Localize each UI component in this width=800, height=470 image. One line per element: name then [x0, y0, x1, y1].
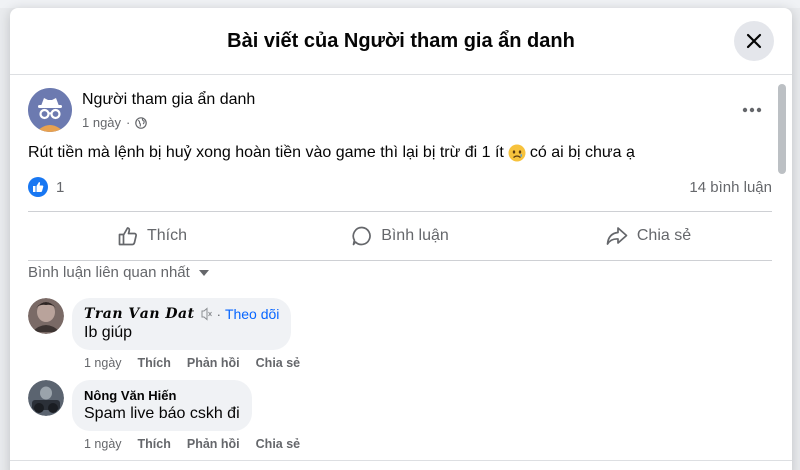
post-actions-bar: Thích Bình luận Chia sẻ — [28, 211, 772, 261]
like-button-label: Thích — [146, 227, 187, 244]
comment-name-row: Nông Văn Hiến — [84, 388, 240, 403]
like-count: 1 — [56, 178, 65, 196]
comment-reply-button[interactable]: Phản hồi — [187, 437, 240, 451]
modal-scrollbar[interactable] — [778, 84, 786, 174]
comment-time[interactable]: 1 ngày — [84, 356, 122, 370]
comment-like-button[interactable]: Thích — [138, 437, 171, 451]
post-text-main: Rút tiền mà lệnh bị huỷ xong hoàn tiền v… — [28, 144, 504, 161]
commenter-avatar[interactable] — [28, 298, 64, 334]
name-separator: · — [216, 306, 221, 322]
comment-actions: 1 ngày Thích Phản hồi Chia sẻ — [84, 437, 300, 451]
commenter-avatar[interactable] — [28, 380, 64, 416]
share-button-label: Chia sẻ — [636, 227, 692, 244]
modal-title: Bài viết của Người tham gia ẩn danh — [227, 29, 575, 52]
meta-separator: · — [126, 115, 131, 130]
reactions-row: 1 14 bình luận — [28, 175, 772, 199]
comment-body: Nông Văn Hiến Spam live báo cskh đi 1 ng… — [72, 380, 300, 451]
caret-down-icon — [198, 269, 209, 276]
post-meta: 1 ngày · — [82, 115, 255, 130]
comment-item: Nông Văn Hiến Spam live báo cskh đi 1 ng… — [28, 380, 300, 451]
comment-button[interactable]: Bình luận — [276, 212, 524, 260]
thumbs-up-icon — [118, 227, 137, 246]
like-reaction-icon — [28, 177, 48, 197]
comment-share-button[interactable]: Chia sẻ — [256, 356, 300, 370]
comment-sort-dropdown[interactable]: Bình luận liên quan nhất — [28, 264, 210, 281]
follow-link[interactable]: Theo dõi — [225, 306, 279, 322]
share-arrow-icon — [606, 227, 628, 245]
commenter-photo-icon — [28, 298, 64, 334]
comment-bubble: Nông Văn Hiến Spam live báo cskh đi — [72, 380, 252, 431]
reaction-summary[interactable]: 1 — [28, 177, 64, 197]
sad-face-emoji-icon — [508, 144, 526, 162]
anonymous-avatar[interactable] — [28, 88, 72, 132]
mute-icon — [201, 307, 212, 321]
post-text: Rút tiền mà lệnh bị huỷ xong hoàn tiền v… — [28, 144, 635, 162]
comment-bubble: 𝑻𝒓𝒂𝒏 𝑽𝒂𝒏 𝑫𝒂𝒕 · Theo dõi Ib giúp — [72, 298, 292, 350]
more-options-button[interactable] — [742, 100, 762, 118]
comment-text: Spam live báo cskh đi — [84, 405, 240, 422]
share-button[interactable]: Chia sẻ — [524, 212, 772, 260]
commenter-name[interactable]: Nông Văn Hiến — [84, 388, 176, 403]
comment-actions: 1 ngày Thích Phản hồi Chia sẻ — [84, 356, 300, 370]
post-header: Người tham gia ẩn danh 1 ngày · — [28, 88, 255, 132]
close-button[interactable] — [734, 21, 774, 61]
comment-name-row: 𝑻𝒓𝒂𝒏 𝑽𝒂𝒏 𝑫𝒂𝒕 · Theo dõi — [84, 306, 279, 322]
like-button[interactable]: Thích — [28, 212, 276, 260]
post-modal: Bài viết của Người tham gia ẩn danh Ngườ… — [10, 8, 792, 470]
post-time[interactable]: 1 ngày — [82, 115, 121, 130]
post-author-name[interactable]: Người tham gia ẩn danh — [82, 91, 255, 109]
comment-input-divider — [10, 460, 792, 461]
modal-header: Bài viết của Người tham gia ẩn danh — [10, 8, 792, 75]
globe-icon — [135, 116, 148, 129]
comment-share-button[interactable]: Chia sẻ — [256, 437, 300, 451]
comment-item: 𝑻𝒓𝒂𝒏 𝑽𝒂𝒏 𝑫𝒂𝒕 · Theo dõi Ib giúp 1 ngày T… — [28, 298, 300, 370]
comment-reply-button[interactable]: Phản hồi — [187, 356, 240, 370]
page-backdrop — [0, 0, 800, 8]
post-text-trailing: có ai bị chưa ạ — [529, 144, 635, 161]
comment-body: 𝑻𝒓𝒂𝒏 𝑽𝒂𝒏 𝑫𝒂𝒕 · Theo dõi Ib giúp 1 ngày T… — [72, 298, 300, 370]
commenter-photo-icon — [28, 380, 64, 416]
commenter-name[interactable]: 𝑻𝒓𝒂𝒏 𝑽𝒂𝒏 𝑫𝒂𝒕 — [84, 306, 195, 322]
comment-text: Ib giúp — [84, 324, 133, 341]
more-dots-icon — [742, 107, 762, 113]
comment-button-label: Bình luận — [381, 227, 449, 244]
comment-bubble-icon — [352, 226, 371, 246]
comment-time[interactable]: 1 ngày — [84, 437, 122, 451]
comment-count-link[interactable]: 14 bình luận — [689, 179, 772, 196]
anonymous-incognito-icon — [28, 88, 72, 132]
comment-like-button[interactable]: Thích — [138, 356, 171, 370]
comment-sort-label: Bình luận liên quan nhất — [28, 264, 190, 281]
close-icon — [746, 33, 762, 49]
post-author-block: Người tham gia ẩn danh 1 ngày · — [82, 91, 255, 130]
